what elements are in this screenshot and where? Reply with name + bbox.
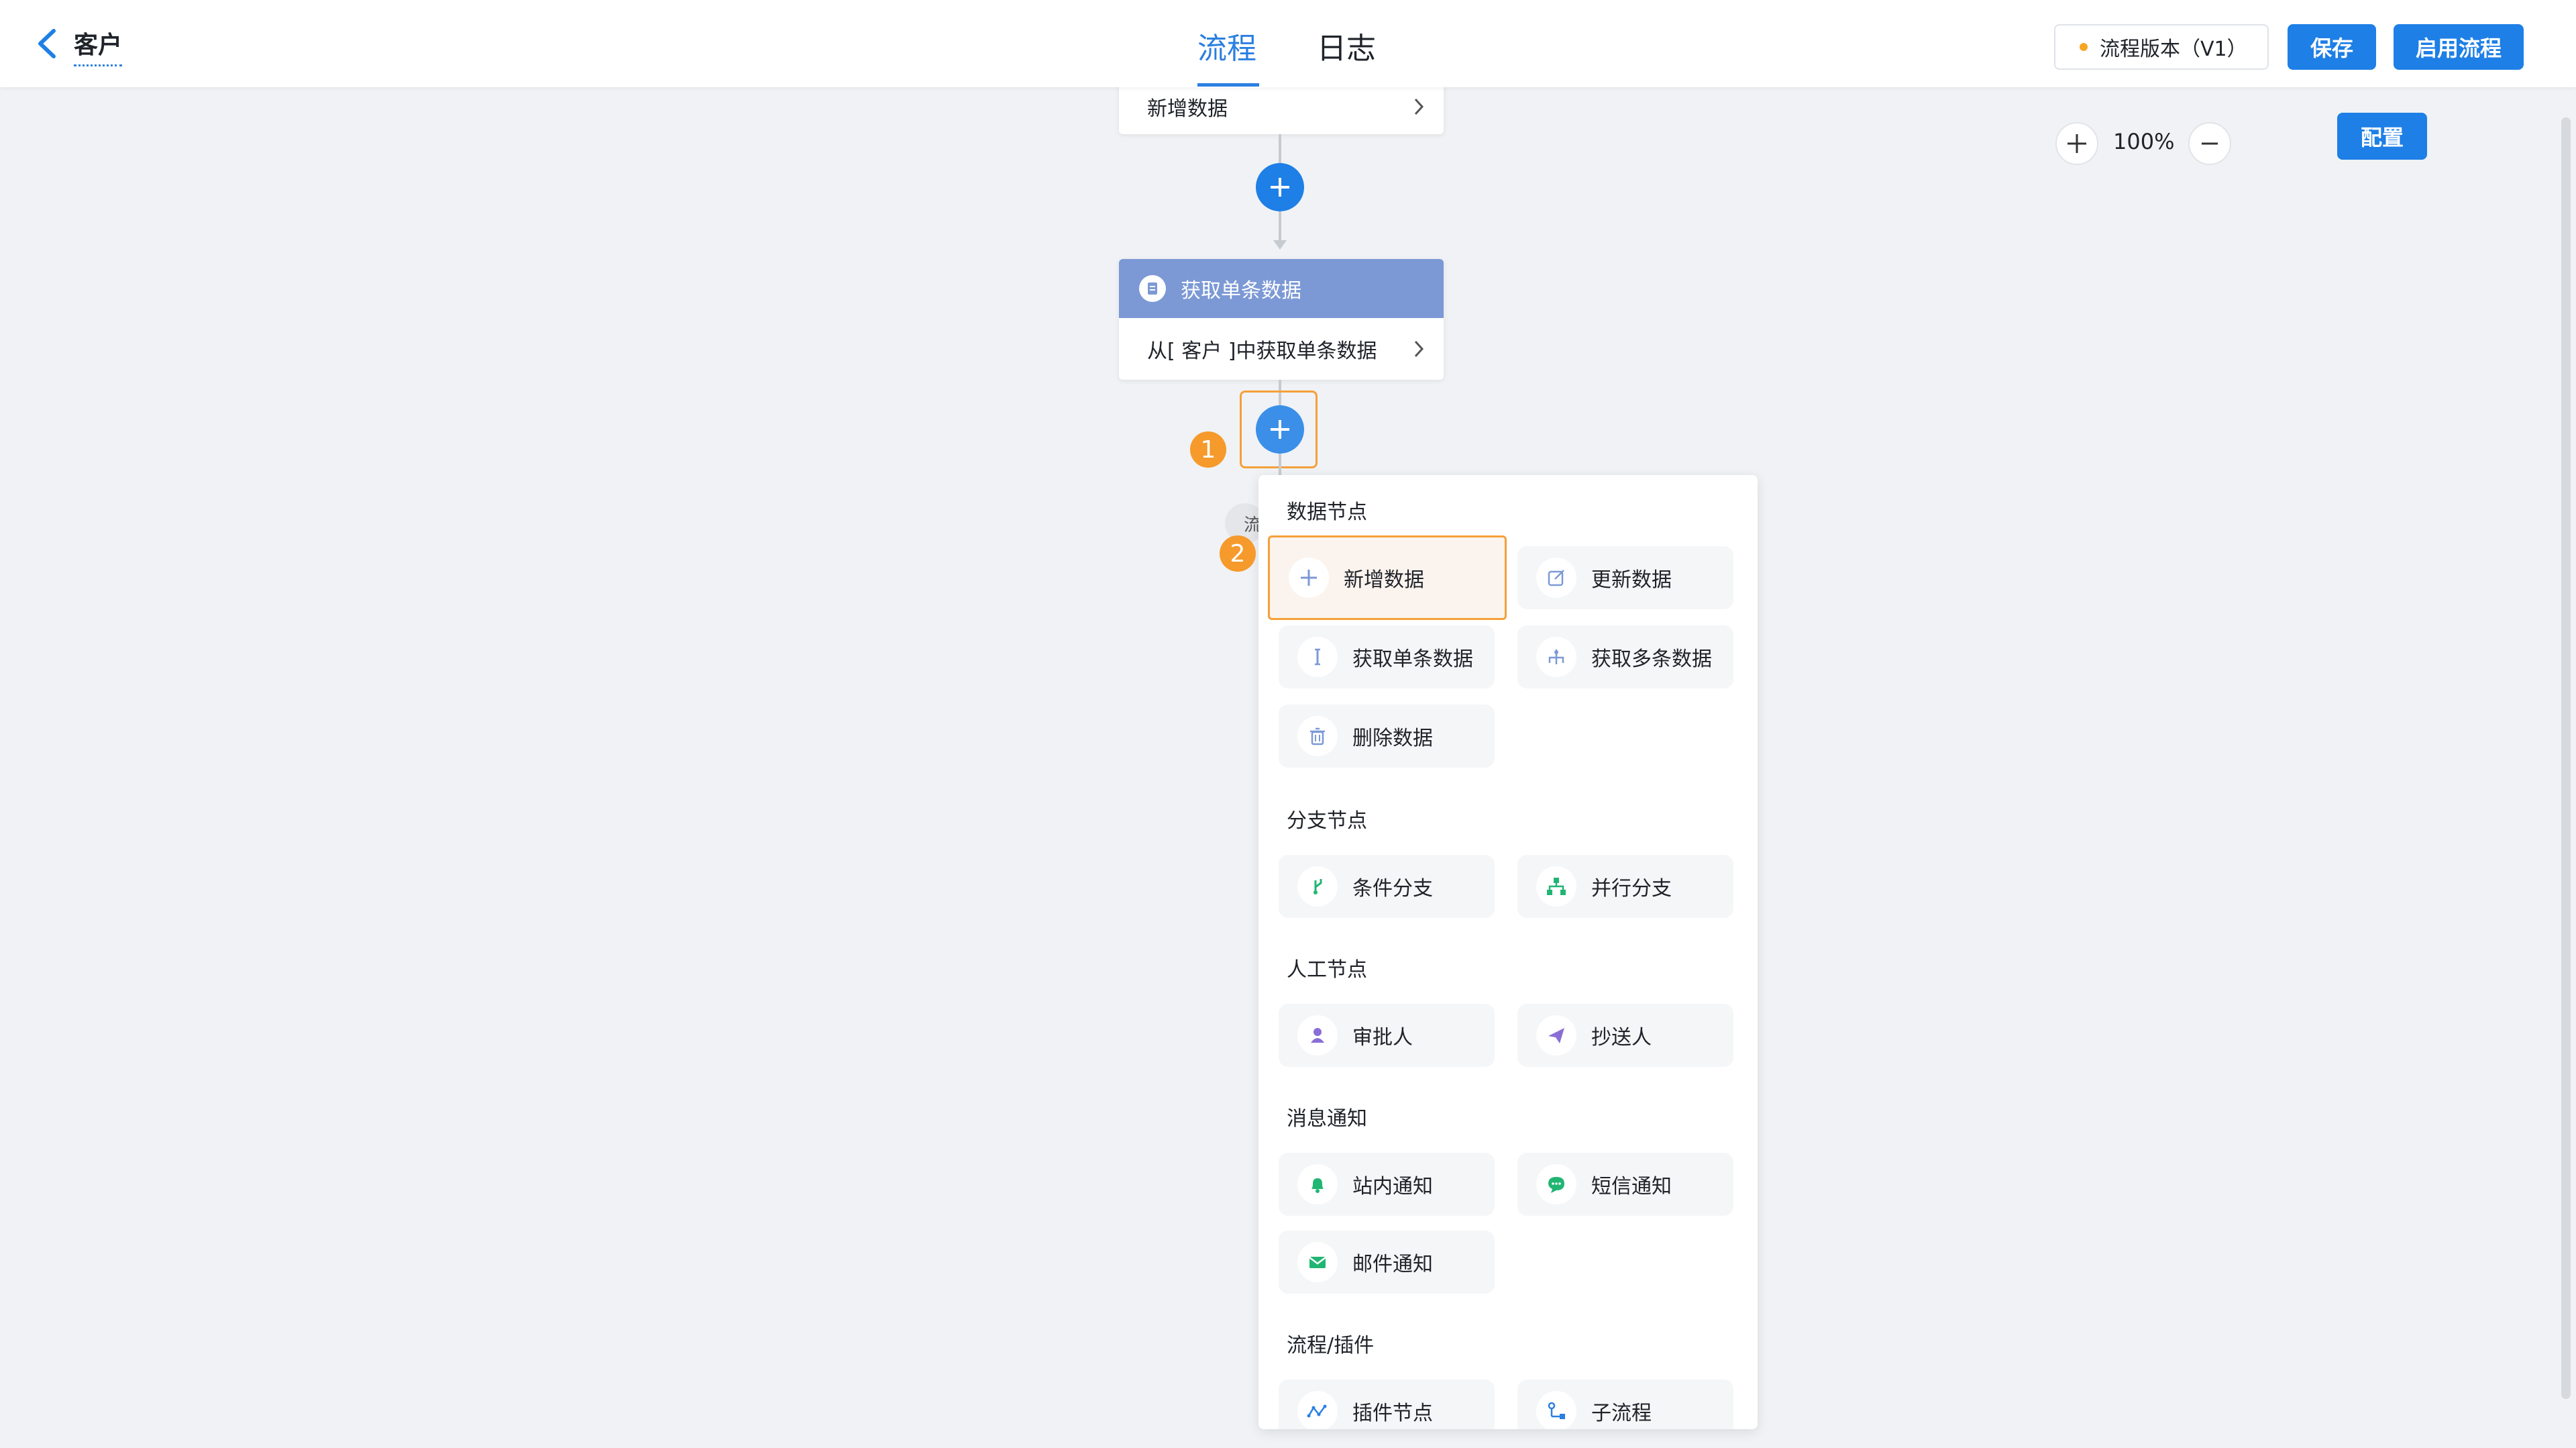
menu-item-label: 邮件通知 xyxy=(1352,1253,1433,1276)
multiple-records-icon xyxy=(1536,637,1576,677)
version-label: 流程版本（V1） xyxy=(2100,38,2247,61)
parallel-branch-icon xyxy=(1536,866,1576,907)
active-tab-indicator xyxy=(1197,83,1259,87)
menu-item-delete-data[interactable]: 删除数据 xyxy=(1279,705,1495,768)
section-title-branch-nodes: 分支节点 xyxy=(1287,809,1367,833)
tab-log[interactable]: 日志 xyxy=(1317,24,1376,67)
node-get-single-data[interactable]: 获取单条数据 从[ 客户 ]中获取单条数据 xyxy=(1119,259,1444,380)
node-header-label: 获取单条数据 xyxy=(1181,279,1301,303)
enable-flow-button[interactable]: 启用流程 xyxy=(2394,24,2524,70)
menu-item-parallel-branch[interactable]: 并行分支 xyxy=(1517,855,1733,918)
step-badge-1: 1 xyxy=(1190,431,1226,468)
back-arrow-icon[interactable] xyxy=(34,27,60,60)
node-row: 从[ 客户 ]中获取单条数据 xyxy=(1119,318,1444,380)
node-header: 获取单条数据 xyxy=(1119,259,1444,318)
tab-flow[interactable]: 流程 xyxy=(1197,24,1256,67)
config-button[interactable]: 配置 xyxy=(2337,113,2427,160)
version-status-dot xyxy=(2080,43,2088,51)
menu-item-get-multiple-data[interactable]: 获取多条数据 xyxy=(1517,625,1733,688)
step-badge-2: 2 xyxy=(1220,535,1256,572)
menu-item-label: 子流程 xyxy=(1591,1402,1652,1425)
node-row: 新增数据 xyxy=(1119,79,1444,134)
plus-icon xyxy=(2068,134,2086,153)
chevron-right-icon xyxy=(1414,340,1424,358)
menu-item-label: 获取单条数据 xyxy=(1352,648,1473,671)
menu-item-label: 并行分支 xyxy=(1591,877,1672,900)
menu-item-label: 新增数据 xyxy=(1344,568,1424,592)
top-bar: 客户 流程 日志 流程版本（V1） 保存 启用流程 xyxy=(0,0,2576,87)
menu-item-subflow[interactable]: 子流程 xyxy=(1517,1380,1733,1429)
menu-item-email-notice[interactable]: 邮件通知 xyxy=(1279,1231,1495,1294)
menu-item-condition-branch[interactable]: 条件分支 xyxy=(1279,855,1495,918)
add-node-button[interactable] xyxy=(1256,163,1304,211)
chevron-right-icon xyxy=(1414,98,1424,115)
mail-icon xyxy=(1297,1242,1338,1282)
menu-item-get-single-data[interactable]: 获取单条数据 xyxy=(1279,625,1495,688)
menu-item-sms-notice[interactable]: 短信通知 xyxy=(1517,1153,1733,1216)
node-type-menu: 数据节点 新增数据 更新数据 获取单条数据 获取多条数据 删除数据 分支节点 条… xyxy=(1258,475,1758,1429)
menu-item-site-notice[interactable]: 站内通知 xyxy=(1279,1153,1495,1216)
send-icon xyxy=(1536,1015,1576,1055)
menu-item-label: 获取多条数据 xyxy=(1591,648,1712,671)
menu-item-label: 插件节点 xyxy=(1352,1402,1433,1425)
plus-icon xyxy=(1289,558,1329,598)
node-row-label: 从[ 客户 ]中获取单条数据 xyxy=(1147,340,1377,363)
section-title-flow-plugins: 流程/插件 xyxy=(1287,1334,1375,1357)
user-icon xyxy=(1297,1015,1338,1055)
zoom-out-button[interactable] xyxy=(2188,122,2231,165)
version-select[interactable]: 流程版本（V1） xyxy=(2054,24,2269,70)
zoom-in-button[interactable] xyxy=(2055,122,2098,165)
node-row-label: 新增数据 xyxy=(1147,97,1228,121)
connector-line xyxy=(1279,211,1281,242)
section-title-notifications: 消息通知 xyxy=(1287,1107,1367,1131)
menu-item-label: 短信通知 xyxy=(1591,1175,1672,1198)
menu-item-approver[interactable]: 审批人 xyxy=(1279,1004,1495,1067)
menu-item-label: 删除数据 xyxy=(1352,727,1433,750)
plus-icon xyxy=(1271,420,1289,439)
save-button[interactable]: 保存 xyxy=(2288,24,2376,70)
menu-item-update-data[interactable]: 更新数据 xyxy=(1517,546,1733,609)
single-record-icon xyxy=(1297,637,1338,677)
section-title-data-nodes: 数据节点 xyxy=(1287,501,1367,524)
menu-item-cc[interactable]: 抄送人 xyxy=(1517,1004,1733,1067)
document-icon xyxy=(1139,275,1166,302)
menu-item-label: 审批人 xyxy=(1352,1026,1413,1049)
menu-item-plugin-node[interactable]: 插件节点 xyxy=(1279,1380,1495,1429)
menu-item-label: 抄送人 xyxy=(1591,1026,1652,1049)
bell-icon xyxy=(1297,1164,1338,1204)
add-node-button-active[interactable] xyxy=(1256,405,1304,454)
node-add-data[interactable]: 新增数据 xyxy=(1119,79,1444,134)
plugin-icon xyxy=(1297,1391,1338,1429)
menu-item-label: 站内通知 xyxy=(1352,1175,1433,1198)
subflow-icon xyxy=(1536,1391,1576,1429)
menu-item-label: 更新数据 xyxy=(1591,568,1672,592)
chat-bubble-icon xyxy=(1536,1164,1576,1204)
edit-icon xyxy=(1536,558,1576,598)
condition-branch-icon xyxy=(1297,866,1338,907)
menu-item-add-data[interactable]: 新增数据 xyxy=(1268,535,1507,620)
page-title[interactable]: 客户 xyxy=(74,25,123,66)
connector-arrow-icon xyxy=(1273,240,1287,250)
zoom-level: 100% xyxy=(2113,129,2175,154)
menu-item-label: 条件分支 xyxy=(1352,877,1433,900)
vertical-scrollbar[interactable] xyxy=(2561,117,2571,1399)
minus-icon xyxy=(2202,142,2218,145)
trash-icon xyxy=(1297,716,1338,756)
section-title-manual-nodes: 人工节点 xyxy=(1287,958,1367,982)
plus-icon xyxy=(1271,178,1289,197)
